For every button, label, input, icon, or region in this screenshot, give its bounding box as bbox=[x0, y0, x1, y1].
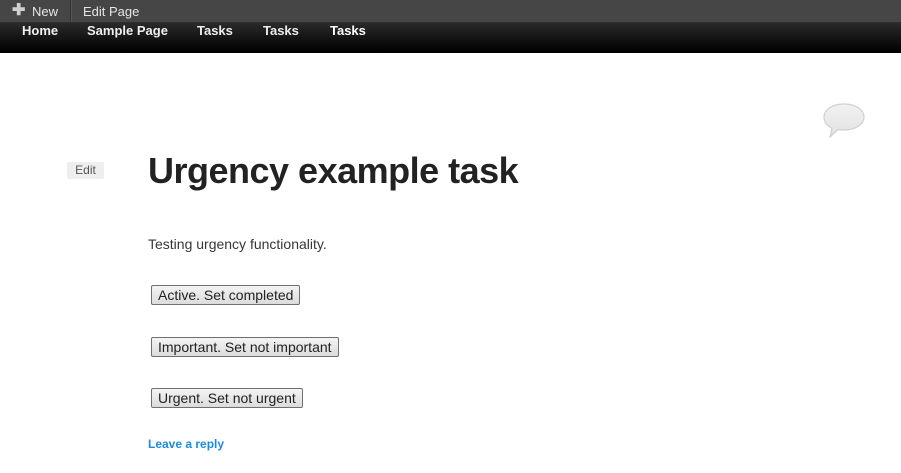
comment-bubble-icon[interactable] bbox=[822, 102, 866, 140]
nav-item-tasks-2[interactable]: Tasks bbox=[263, 23, 299, 39]
plus-icon: ✚ bbox=[12, 2, 26, 19]
admin-new-button[interactable]: ✚ New bbox=[0, 0, 71, 22]
admin-edit-page-link[interactable]: Edit Page bbox=[83, 4, 139, 19]
leave-reply-link[interactable]: Leave a reply bbox=[148, 437, 224, 451]
admin-new-label: New bbox=[32, 4, 59, 19]
nav-item-sample-page[interactable]: Sample Page bbox=[87, 23, 168, 39]
nav-item-tasks-1[interactable]: Tasks bbox=[197, 23, 233, 39]
main-navigation: Home Sample Page Tasks Tasks Tasks bbox=[0, 23, 901, 53]
set-not-important-button[interactable]: Important. Set not important bbox=[151, 337, 339, 357]
post-body-text: Testing urgency functionality. bbox=[148, 236, 327, 252]
page-title: Urgency example task bbox=[148, 150, 519, 191]
nav-item-tasks-current[interactable]: Tasks bbox=[330, 23, 366, 39]
admin-bar: ✚ New Edit Page bbox=[0, 0, 901, 23]
set-completed-button[interactable]: Active. Set completed bbox=[151, 285, 301, 305]
set-not-urgent-button[interactable]: Urgent. Set not urgent bbox=[151, 388, 303, 408]
post-edit-link[interactable]: Edit bbox=[67, 162, 104, 179]
nav-item-home[interactable]: Home bbox=[22, 23, 58, 39]
